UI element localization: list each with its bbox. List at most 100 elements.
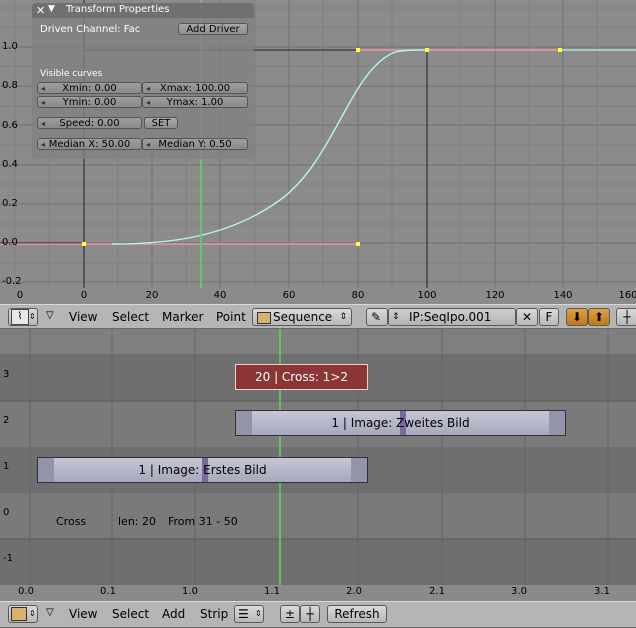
menu-point[interactable]: Point [216,310,246,324]
refresh-button[interactable]: Refresh [327,605,387,623]
menu-view[interactable]: View [69,607,97,621]
x-tick: 140 [553,290,573,301]
left-arrow-icon: ◂ [41,84,46,93]
menu-marker[interactable]: Marker [162,310,203,324]
panel-header[interactable]: ✕ ▼ Transform Properties [32,3,254,18]
arrow-down-icon: ⬇ [571,310,583,324]
y-tick: 0.6 [2,120,18,131]
strip-info-length: len: 20 [118,515,156,528]
x-tick: 3.0 [511,586,527,597]
ymin-value: Ymin: 0.00 [62,97,117,108]
fake-user-button[interactable]: F [539,308,559,326]
view-all-button[interactable]: ┼ [616,308,636,326]
visible-curves-label: Visible curves [40,69,103,79]
image-strip-erstes-bild[interactable]: 1 | Image: Erstes Bild [37,457,368,483]
left-arrow-icon: ◂ [146,84,151,93]
editor-type-menu[interactable]: ⌇ ⇕ [8,308,38,326]
speed-value: Speed: 0.00 [59,118,120,129]
x-tick: 1.1 [264,586,280,597]
pin-button[interactable]: ✎ [366,308,388,326]
ymax-field[interactable]: ◂ Ymax: 1.00 [142,96,248,108]
x-tick: 160 [618,290,636,301]
ipo-name-value: IP:SeqIpo.001 [409,310,492,324]
cross-strip[interactable]: 20 | Cross: 1>2 [235,364,368,390]
median-x-field[interactable]: ◂ Median X: 50.00 [37,138,142,150]
sequence-icon [257,312,271,324]
y-tick: 1.0 [2,41,18,52]
collapse-menus-icon[interactable]: ▽ [46,607,54,618]
strip-left-handle[interactable] [38,458,54,482]
paste-up-button[interactable]: ⬆ [588,308,610,326]
strip-label: 1 | Image: Erstes Bild [138,463,267,477]
copy-down-button[interactable]: ⬇ [566,308,588,326]
menu-strip[interactable]: Strip [200,607,228,621]
xmax-field[interactable]: ◂ Xmax: 100.00 [142,82,248,94]
updown-arrows-icon: ⇕ [255,609,262,618]
transform-properties-panel: ✕ ▼ Transform Properties Driven Channel:… [32,3,254,159]
x-tick: 3.1 [594,586,610,597]
ipo-type-select[interactable]: Sequence ⇕ [252,308,352,326]
menu-add[interactable]: Add [162,607,185,621]
sequence-editor[interactable]: 3 2 1 0 -1 20 | Cross: 1>2 1 | Image: Zw… [0,329,636,601]
speed-field[interactable]: ◂ Speed: 0.00 [37,117,142,129]
median-y-field[interactable]: ◂ Median Y: 0.50 [142,138,248,150]
ymin-field[interactable]: ◂ Ymin: 0.00 [37,96,142,108]
x-tick: 0.0 [18,586,34,597]
strip-right-handle[interactable] [351,458,367,482]
menu-view[interactable]: View [69,310,97,324]
arrow-up-icon: ⬆ [593,310,605,324]
median-x-value: Median X: 50.00 [48,139,131,150]
xmax-value: Xmax: 100.00 [159,83,231,94]
unlink-button[interactable]: ✕ [516,308,538,326]
driven-channel-label: Driven Channel: Fac [40,24,141,35]
plus-icon: ± [284,607,296,621]
updown-arrows-icon: ⇕ [29,609,36,618]
strip-left-handle[interactable] [236,411,252,435]
ipo-type-value: Sequence [273,310,333,324]
ipo-header: ⌇ ⇕ ▽ View Select Marker Point Sequence … [0,304,636,329]
sequence-mode-icon: ☰ [238,607,249,621]
left-arrow-icon: ◂ [146,140,151,149]
x-tick: 60 [282,290,296,301]
xmin-field[interactable]: ◂ Xmin: 0.00 [37,82,142,94]
strip-info-range: From 31 - 50 [168,515,238,528]
y-tick: 0.2 [2,198,18,209]
zoom-button[interactable]: ± [280,605,300,623]
display-mode-select[interactable]: ☰ ⇕ [234,605,264,623]
sequence-header: ⇕ ▽ View Select Add Strip ☰ ⇕ ± ┼ Refres… [0,601,636,628]
menu-select[interactable]: Select [112,310,149,324]
image-strip-zweites-bild[interactable]: 1 | Image: Zweites Bild [235,410,566,436]
x-tick: 1.0 [182,586,198,597]
x-tick: 0 [16,290,24,301]
crosshair-icon: ┼ [306,607,314,621]
x-tick: 80 [351,290,365,301]
pin-icon: ✎ [371,310,382,324]
channel-label: 0 [3,507,10,518]
channel-label: -1 [3,553,13,564]
collapse-triangle-icon[interactable]: ▼ [48,4,55,14]
view-all-button[interactable]: ┼ [300,605,320,623]
y-tick: 0.0 [2,237,18,248]
strip-right-handle[interactable] [549,411,565,435]
ipo-datablock-field[interactable]: ⇕ IP:SeqIpo.001 [388,308,516,326]
close-icon[interactable]: ✕ [36,4,45,17]
strip-label: 1 | Image: Zweites Bild [331,416,470,430]
sequencer-icon [11,607,27,621]
updown-arrows-icon: ⇕ [392,312,400,322]
x-tick: 20 [145,290,159,301]
x-tick: 0 [80,290,88,301]
ipo-curve-editor[interactable]: 1.0 0.8 0.6 0.4 0.2 0.0 -0.2 0 0 20 40 6… [0,0,636,304]
collapse-menus-icon[interactable]: ▽ [46,310,54,321]
y-tick: -0.2 [2,276,22,287]
add-driver-button[interactable]: Add Driver [178,23,248,35]
x-tick: 100 [417,290,437,301]
menu-select[interactable]: Select [112,607,149,621]
ipo-curve-icon: ⌇ [11,309,29,325]
x-tick: 40 [213,290,227,301]
channel-label: 2 [3,415,10,426]
channel-label: 1 [3,461,10,472]
updown-arrows-icon: ⇕ [339,312,347,322]
set-button[interactable]: SET [144,117,178,129]
editor-type-menu[interactable]: ⇕ [8,605,38,623]
left-arrow-icon: ◂ [41,98,46,107]
